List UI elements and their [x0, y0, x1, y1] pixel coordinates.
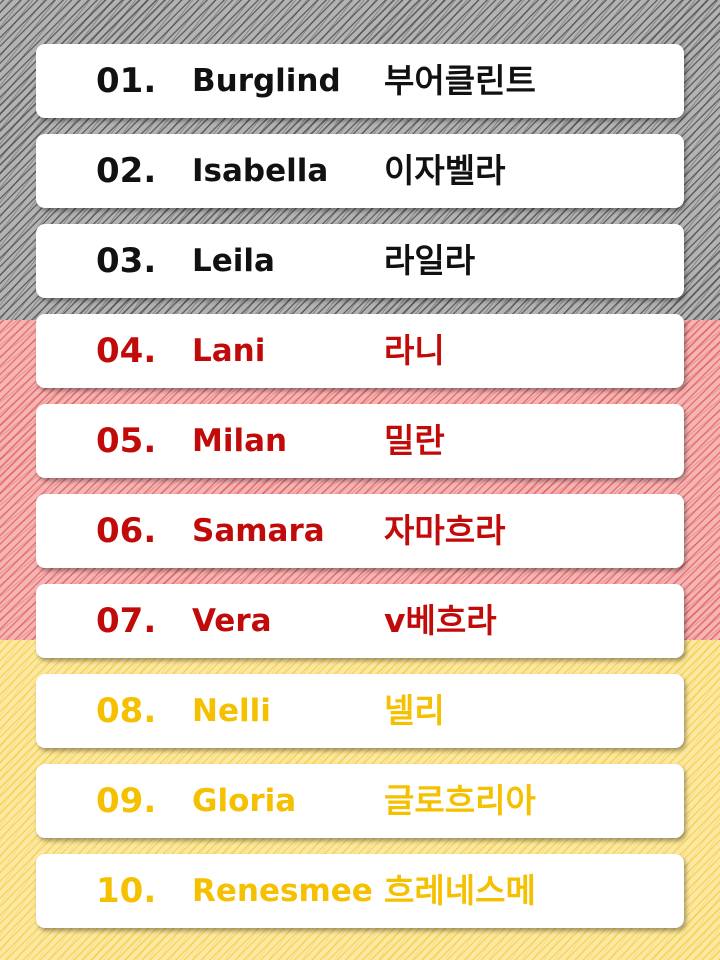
item-korean: 이자벨라	[384, 151, 506, 190]
name-list: 01. Burglind 부어클린트 02. Isabella 이자벨라 03.…	[36, 44, 684, 944]
list-item: 09. Gloria 글로흐리아	[36, 764, 684, 838]
list-item: 02. Isabella 이자벨라	[36, 134, 684, 208]
item-name: Lani	[192, 333, 266, 369]
item-name: Milan	[192, 423, 288, 459]
item-korean: 부어클린트	[384, 61, 536, 100]
item-korean: 자마흐라	[384, 511, 506, 550]
item-number: 08.	[96, 691, 157, 731]
item-number: 04.	[96, 331, 157, 371]
item-name: Samara	[192, 513, 325, 549]
item-korean: 라니	[384, 331, 445, 370]
list-item: 08. Nelli 넬리	[36, 674, 684, 748]
list-item: 10. Renesmee 흐레네스메	[36, 854, 684, 928]
list-item: 06. Samara 자마흐라	[36, 494, 684, 568]
item-number: 05.	[96, 421, 157, 461]
item-korean: 글로흐리아	[384, 781, 536, 820]
item-name: Gloria	[192, 783, 297, 819]
list-item: 03. Leila 라일라	[36, 224, 684, 298]
item-name: Leila	[192, 243, 275, 279]
item-name: Isabella	[192, 153, 329, 189]
item-korean: 넬리	[384, 691, 445, 730]
item-name: Nelli	[192, 693, 271, 729]
list-item: 01. Burglind 부어클린트	[36, 44, 684, 118]
item-number: 07.	[96, 601, 157, 641]
item-korean: 흐레네스메	[384, 871, 536, 910]
item-number: 03.	[96, 241, 157, 281]
item-number: 09.	[96, 781, 157, 821]
item-name: Vera	[192, 603, 272, 639]
item-number: 02.	[96, 151, 157, 191]
list-item: 05. Milan 밀란	[36, 404, 684, 478]
item-number: 06.	[96, 511, 157, 551]
item-korean: v베흐라	[384, 601, 497, 640]
item-korean: 밀란	[384, 421, 445, 460]
item-korean: 라일라	[384, 241, 476, 280]
item-number: 10.	[96, 871, 157, 911]
list-item: 04. Lani 라니	[36, 314, 684, 388]
item-name: Burglind	[192, 63, 341, 99]
list-item: 07. Vera v베흐라	[36, 584, 684, 658]
item-name: Renesmee	[192, 873, 373, 909]
item-number: 01.	[96, 61, 157, 101]
